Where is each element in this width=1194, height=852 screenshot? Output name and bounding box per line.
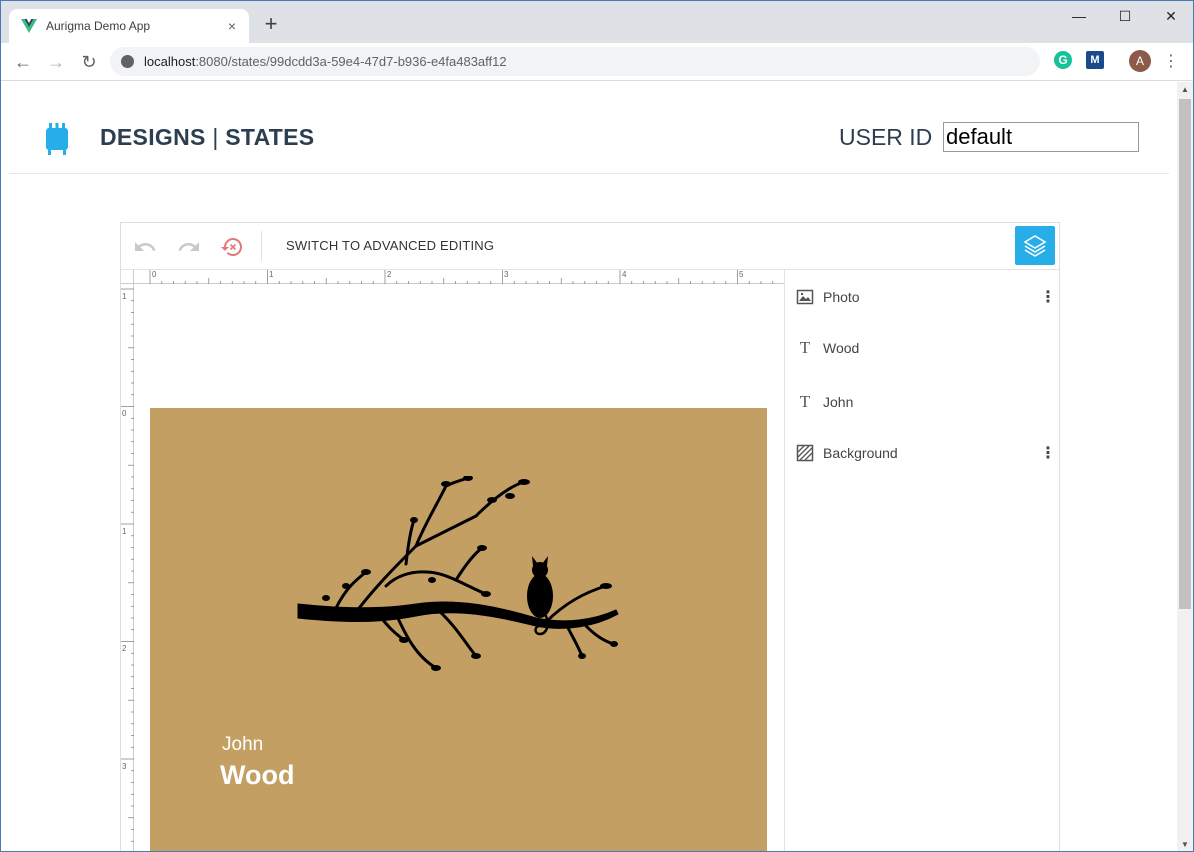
ruler-corner bbox=[121, 270, 134, 284]
scroll-up-arrow[interactable]: ▲ bbox=[1177, 82, 1193, 98]
page-content: DESIGNS | STATES USER ID SWITCH TO ADVAN… bbox=[1, 82, 1177, 851]
top-ruler-ticks bbox=[149, 270, 774, 284]
minimize-button[interactable]: — bbox=[1056, 1, 1102, 31]
layer-item-background[interactable]: Background ⋮ bbox=[785, 430, 1060, 470]
tab-title: Aurigma Demo App bbox=[46, 19, 151, 33]
layer-menu-icon[interactable]: ⋮ bbox=[1040, 446, 1056, 462]
layer-label: Wood bbox=[823, 340, 860, 356]
states-link[interactable]: STATES bbox=[225, 124, 314, 150]
user-id-label: USER ID bbox=[839, 124, 933, 150]
main-nav: DESIGNS | STATES bbox=[100, 124, 314, 151]
profile-avatar[interactable]: A bbox=[1129, 50, 1151, 72]
layers-icon bbox=[1023, 235, 1047, 257]
app-header: DESIGNS | STATES USER ID bbox=[9, 82, 1169, 174]
close-window-button[interactable]: ✕ bbox=[1148, 1, 1193, 31]
ruler-label: 0 bbox=[152, 270, 157, 279]
url-text[interactable]: localhost:8080/states/99dcdd3a-59e4-47d7… bbox=[144, 54, 507, 69]
vue-logo-icon bbox=[21, 19, 37, 33]
ruler-label: 1 bbox=[122, 292, 127, 301]
user-id-input[interactable] bbox=[943, 122, 1139, 152]
image-icon bbox=[796, 289, 814, 305]
layer-label: John bbox=[823, 394, 854, 410]
reload-button[interactable]: ↻ bbox=[78, 51, 100, 73]
text-icon: T bbox=[799, 392, 811, 411]
forward-button[interactable]: → bbox=[45, 51, 67, 73]
maximize-button[interactable]: ☐ bbox=[1102, 1, 1148, 31]
ruler-label: 3 bbox=[122, 762, 127, 771]
ruler-label: 4 bbox=[622, 270, 627, 279]
toolbar-divider bbox=[261, 231, 262, 261]
tab-strip: Aurigma Demo App × + — ☐ ✕ bbox=[1, 1, 1193, 43]
browser-toolbar: ← → ↻ localhost:8080/states/99dcdd3a-59e… bbox=[1, 43, 1193, 81]
history-reset-icon[interactable] bbox=[220, 235, 244, 259]
layer-item-john[interactable]: T John bbox=[785, 379, 1060, 419]
scroll-thumb[interactable] bbox=[1179, 99, 1191, 609]
undo-icon[interactable] bbox=[133, 235, 157, 259]
design-text-john[interactable]: John bbox=[222, 734, 263, 756]
tab-close-icon[interactable]: × bbox=[223, 17, 241, 35]
branch-with-cat-image[interactable] bbox=[296, 476, 626, 676]
ruler-label: 2 bbox=[122, 644, 127, 653]
m-extension-icon[interactable]: M bbox=[1086, 51, 1104, 69]
layer-item-photo[interactable]: Photo ⋮ bbox=[785, 274, 1060, 314]
left-ruler: 1 0 1 2 3 bbox=[121, 284, 134, 851]
address-bar[interactable]: localhost:8080/states/99dcdd3a-59e4-47d7… bbox=[110, 47, 1040, 76]
design-surface[interactable]: John Wood bbox=[150, 408, 767, 851]
top-ruler: 0 1 2 3 4 5 bbox=[134, 270, 784, 284]
url-host: localhost bbox=[144, 54, 196, 69]
grammarly-extension-icon[interactable]: G bbox=[1054, 51, 1072, 69]
browser-menu-icon[interactable]: ⋮ bbox=[1163, 51, 1179, 73]
layer-label: Photo bbox=[823, 289, 860, 305]
layers-panel: Photo ⋮ T Wood T John Background ⋮ bbox=[784, 270, 1060, 851]
back-button[interactable]: ← bbox=[12, 51, 34, 73]
layers-toggle-button[interactable] bbox=[1015, 226, 1055, 265]
layer-menu-icon[interactable]: ⋮ bbox=[1040, 290, 1056, 306]
ruler-label: 1 bbox=[122, 527, 127, 536]
new-tab-button[interactable]: + bbox=[261, 13, 281, 35]
site-info-icon[interactable] bbox=[121, 55, 134, 68]
app-logo-icon bbox=[46, 123, 68, 155]
layer-item-wood[interactable]: T Wood bbox=[785, 325, 1060, 365]
layer-label: Background bbox=[823, 445, 898, 461]
redo-icon[interactable] bbox=[177, 235, 201, 259]
editor-toolbar: SWITCH TO ADVANCED EDITING bbox=[121, 223, 1059, 270]
switch-advanced-editing-button[interactable]: SWITCH TO ADVANCED EDITING bbox=[286, 238, 494, 253]
design-editor: SWITCH TO ADVANCED EDITING 0 1 2 3 4 5 1… bbox=[120, 222, 1060, 851]
browser-window: Aurigma Demo App × + — ☐ ✕ ← → ↻ localho… bbox=[0, 0, 1194, 852]
ruler-label: 2 bbox=[387, 270, 392, 279]
browser-tab[interactable]: Aurigma Demo App × bbox=[9, 9, 249, 43]
ruler-label: 5 bbox=[739, 270, 744, 279]
background-icon bbox=[796, 444, 814, 462]
page-scrollbar[interactable]: ▲ ▼ bbox=[1177, 82, 1193, 851]
ruler-label: 3 bbox=[504, 270, 509, 279]
design-canvas[interactable]: John Wood bbox=[135, 285, 784, 851]
designs-link[interactable]: DESIGNS bbox=[100, 124, 206, 150]
scroll-down-arrow[interactable]: ▼ bbox=[1177, 837, 1193, 851]
nav-separator: | bbox=[205, 124, 226, 150]
text-icon: T bbox=[799, 338, 811, 357]
ruler-label: 1 bbox=[269, 270, 274, 279]
url-path: :8080/states/99dcdd3a-59e4-47d7-b936-e4f… bbox=[195, 54, 507, 69]
design-text-wood[interactable]: Wood bbox=[220, 760, 294, 791]
ruler-label: 0 bbox=[122, 409, 127, 418]
